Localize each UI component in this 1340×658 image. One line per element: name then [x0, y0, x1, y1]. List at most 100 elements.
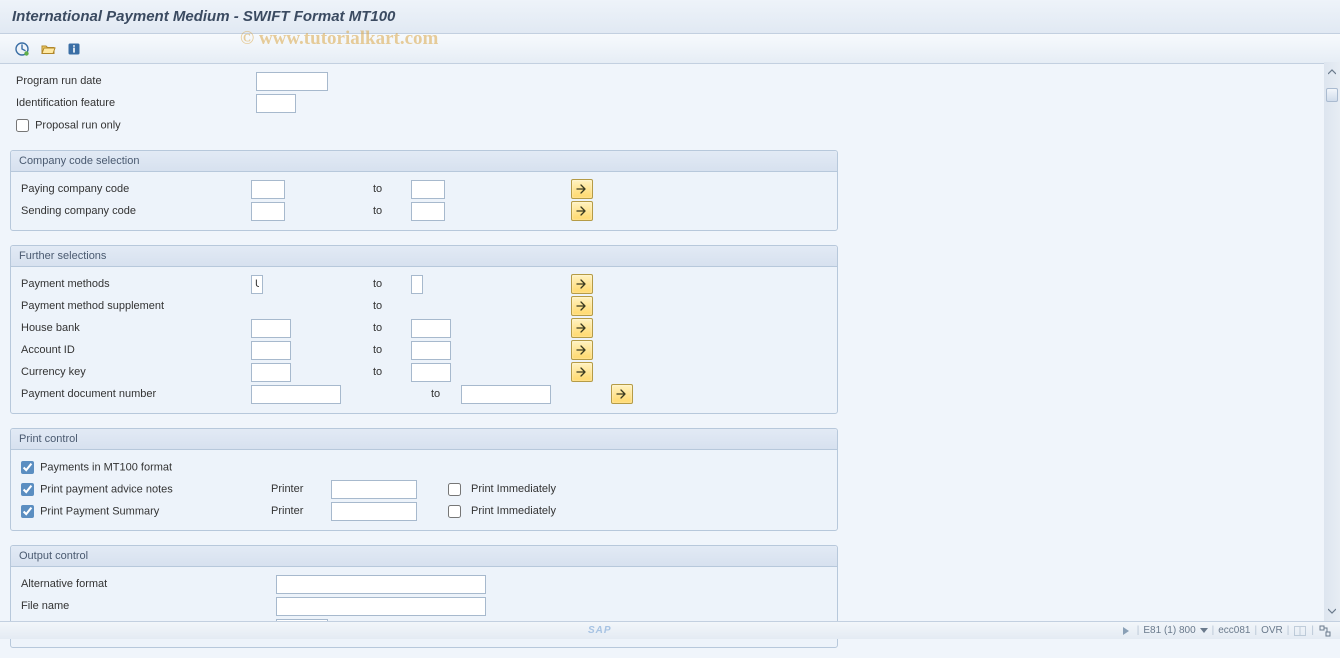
sending-company-code-from-input[interactable] — [251, 202, 285, 221]
chevron-up-icon — [1328, 69, 1336, 75]
print-summary-immediate-label: Print Immediately — [471, 505, 631, 517]
sap-logo: SAP — [588, 625, 612, 636]
payment-method-supplement-to-label: to — [371, 300, 411, 312]
account-id-label: Account ID — [21, 344, 251, 356]
print-advice-printer-input[interactable] — [331, 480, 417, 499]
account-id-row: Account ID to — [21, 339, 827, 361]
program-run-date-row: Program run date — [16, 70, 1330, 92]
currency-key-to-label: to — [371, 366, 411, 378]
program-run-date-input[interactable] — [256, 72, 328, 91]
print-summary-printer-label: Printer — [271, 505, 331, 517]
house-bank-to-input[interactable] — [411, 319, 451, 338]
print-advice-immediate-label: Print Immediately — [471, 483, 631, 495]
alternative-format-label: Alternative format — [21, 578, 276, 590]
scroll-down-button[interactable] — [1326, 605, 1338, 617]
folder-open-icon — [40, 41, 56, 57]
print-control-group: Print control Payments in MT100 format P… — [10, 428, 838, 531]
payments-mt100-row: Payments in MT100 format — [21, 456, 827, 478]
account-id-to-input[interactable] — [411, 341, 451, 360]
arrow-right-icon — [576, 279, 588, 289]
identification-feature-row: Identification feature — [16, 92, 1330, 114]
scroll-thumb[interactable] — [1326, 88, 1338, 102]
triangle-right-icon — [1122, 626, 1130, 636]
payment-method-supplement-range-button[interactable] — [571, 296, 593, 316]
clock-execute-icon — [14, 41, 30, 57]
status-nav-icon[interactable] — [1119, 624, 1133, 638]
paying-company-code-range-button[interactable] — [571, 179, 593, 199]
sending-company-code-range-button[interactable] — [571, 201, 593, 221]
status-separator: | — [1255, 625, 1258, 636]
status-network-icon[interactable] — [1318, 624, 1332, 638]
payments-mt100-label-wrap[interactable]: Payments in MT100 format — [21, 461, 271, 474]
house-bank-range-button[interactable] — [571, 318, 593, 338]
proposal-run-only-label-wrap[interactable]: Proposal run only — [16, 119, 121, 132]
payment-methods-to-label: to — [371, 278, 411, 290]
arrow-right-icon — [616, 389, 628, 399]
payments-mt100-label: Payments in MT100 format — [40, 461, 172, 473]
payment-methods-label: Payment methods — [21, 278, 251, 290]
further-selections-group: Further selections Payment methods to Pa… — [10, 245, 838, 414]
print-summary-label: Print Payment Summary — [40, 505, 159, 517]
arrow-right-icon — [576, 367, 588, 377]
payment-method-supplement-row: Payment method supplement to — [21, 295, 827, 317]
account-id-range-button[interactable] — [571, 340, 593, 360]
vertical-scrollbar[interactable] — [1324, 62, 1340, 621]
sending-company-code-row: Sending company code to — [21, 200, 827, 222]
status-mode: OVR — [1261, 625, 1283, 636]
alternative-format-input[interactable] — [276, 575, 486, 594]
currency-key-from-input[interactable] — [251, 363, 291, 382]
arrow-right-icon — [576, 345, 588, 355]
output-control-title: Output control — [11, 546, 837, 567]
status-layout-icon[interactable] — [1293, 624, 1307, 638]
paying-company-code-from-input[interactable] — [251, 180, 285, 199]
status-separator: | — [1287, 625, 1290, 636]
company-code-selection-title: Company code selection — [11, 151, 837, 172]
payment-methods-range-button[interactable] — [571, 274, 593, 294]
payments-mt100-checkbox[interactable] — [21, 461, 34, 474]
currency-key-range-button[interactable] — [571, 362, 593, 382]
network-icon — [1319, 625, 1331, 637]
print-summary-immediate-checkbox[interactable] — [448, 505, 461, 518]
currency-key-to-input[interactable] — [411, 363, 451, 382]
dropdown-triangle-icon[interactable] — [1200, 628, 1208, 634]
print-advice-row: Print payment advice notes Printer Print… — [21, 478, 827, 500]
file-name-input[interactable] — [276, 597, 486, 616]
paying-company-code-row: Paying company code to — [21, 178, 827, 200]
payment-methods-to-input[interactable] — [411, 275, 423, 294]
layout-icon — [1294, 626, 1306, 636]
currency-key-label: Currency key — [21, 366, 251, 378]
house-bank-to-label: to — [371, 322, 411, 334]
run-parameters-block: Program run date Identification feature … — [10, 70, 1330, 136]
scroll-up-button[interactable] — [1326, 66, 1338, 78]
print-summary-label-wrap[interactable]: Print Payment Summary — [21, 505, 271, 518]
house-bank-from-input[interactable] — [251, 319, 291, 338]
payment-methods-from-input[interactable] — [251, 275, 263, 294]
status-separator: | — [1311, 625, 1314, 636]
info-button[interactable] — [64, 39, 84, 59]
sending-company-code-to-label: to — [371, 205, 411, 217]
payment-document-number-range-button[interactable] — [611, 384, 633, 404]
print-summary-printer-input[interactable] — [331, 502, 417, 521]
print-advice-label-wrap[interactable]: Print payment advice notes — [21, 483, 271, 496]
payment-document-number-from-input[interactable] — [251, 385, 341, 404]
house-bank-row: House bank to — [21, 317, 827, 339]
content-area: Program run date Identification feature … — [0, 64, 1340, 658]
identification-feature-input[interactable] — [256, 94, 296, 113]
payment-document-number-to-input[interactable] — [461, 385, 551, 404]
execute-button[interactable] — [12, 39, 32, 59]
sending-company-code-to-input[interactable] — [411, 202, 445, 221]
variant-button[interactable] — [38, 39, 58, 59]
status-separator: | — [1212, 625, 1215, 636]
sending-company-code-label: Sending company code — [21, 205, 251, 217]
account-id-from-input[interactable] — [251, 341, 291, 360]
proposal-run-only-checkbox[interactable] — [16, 119, 29, 132]
print-control-title: Print control — [11, 429, 837, 450]
payment-methods-row: Payment methods to — [21, 273, 827, 295]
print-advice-printer-label: Printer — [271, 483, 331, 495]
print-summary-checkbox[interactable] — [21, 505, 34, 518]
print-advice-checkbox[interactable] — [21, 483, 34, 496]
file-name-label: File name — [21, 600, 276, 612]
paying-company-code-to-input[interactable] — [411, 180, 445, 199]
company-code-selection-group: Company code selection Paying company co… — [10, 150, 838, 231]
print-advice-immediate-checkbox[interactable] — [448, 483, 461, 496]
